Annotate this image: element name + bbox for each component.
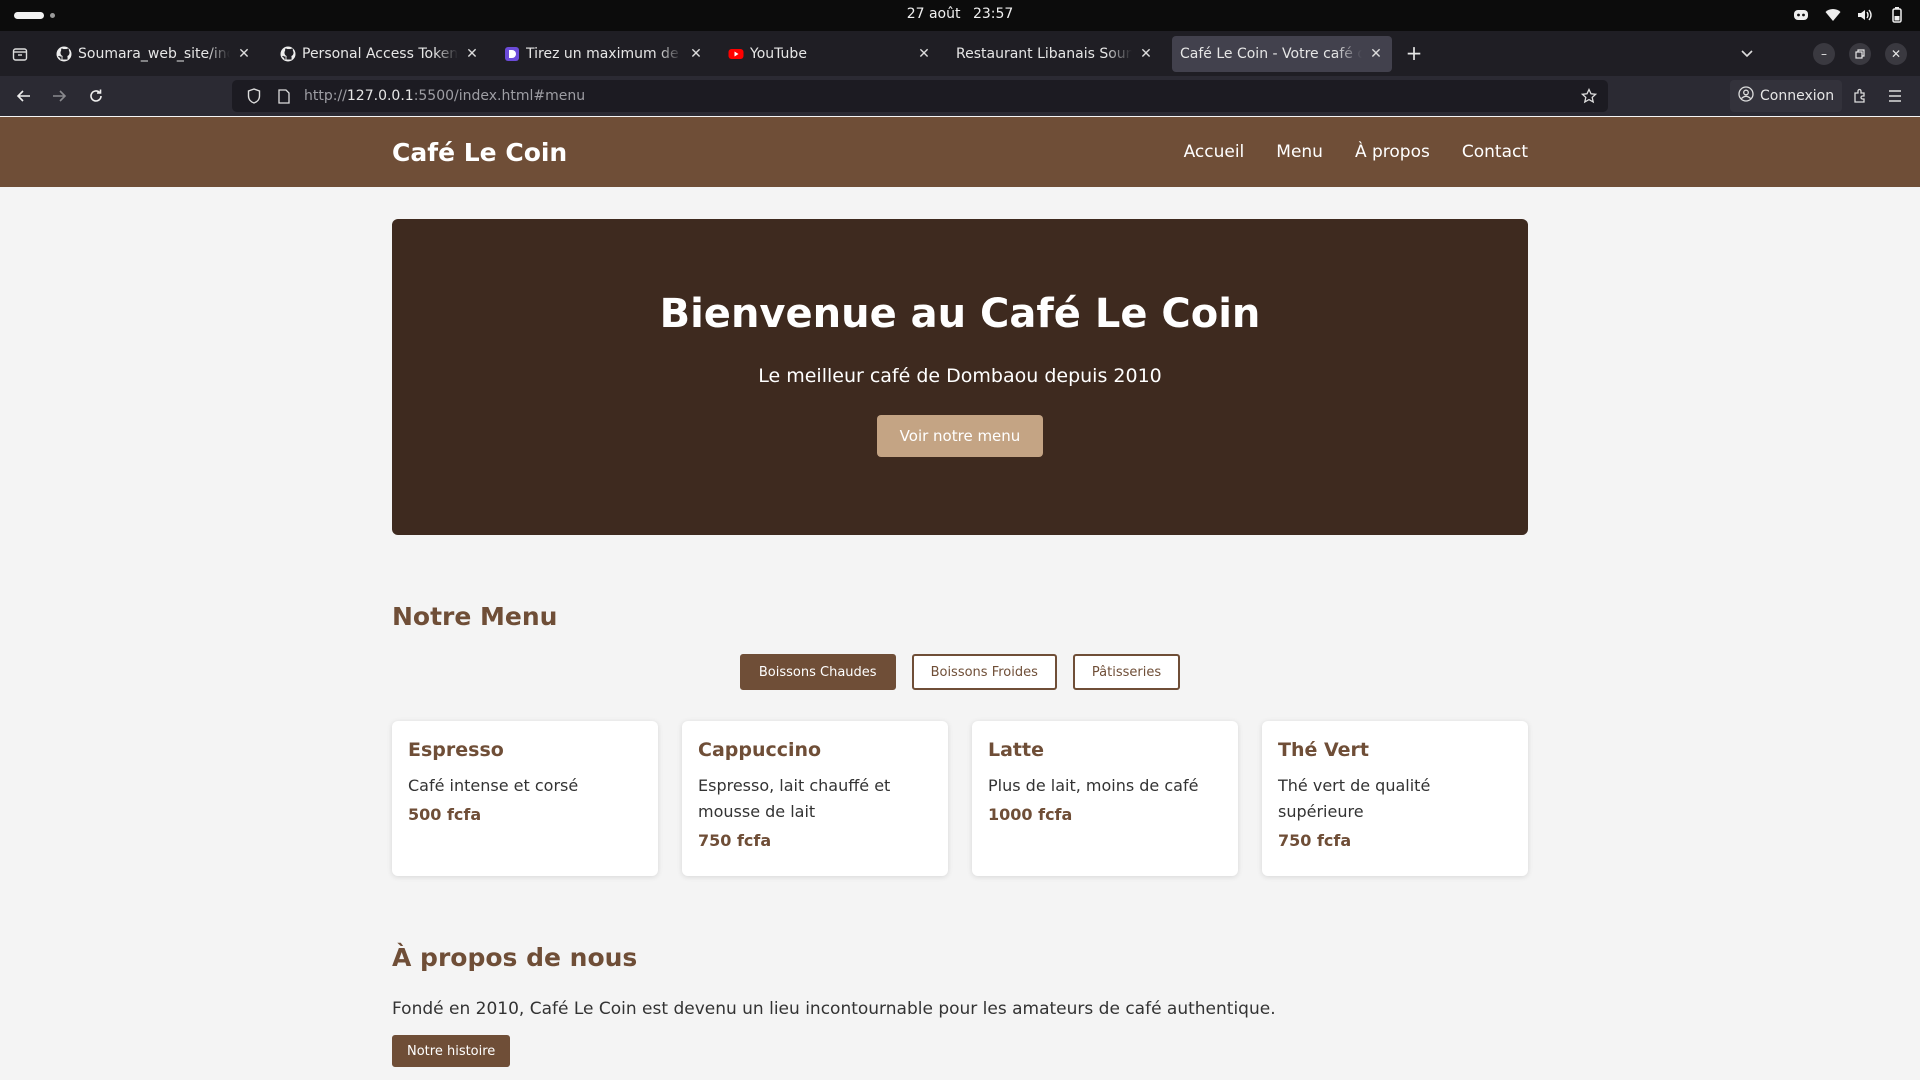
- close-window-button[interactable]: ✕: [1885, 43, 1907, 65]
- close-tab-icon[interactable]: ✕: [688, 46, 704, 62]
- tab-title: Soumara_web_site/index: [78, 46, 230, 62]
- nav-link-menu[interactable]: Menu: [1276, 142, 1323, 162]
- os-date: 27 août: [906, 6, 961, 22]
- menu-item-card[interactable]: Latte Plus de lait, moins de café 1000 f…: [972, 721, 1238, 876]
- close-tab-icon[interactable]: ✕: [916, 46, 932, 62]
- close-tab-icon[interactable]: ✕: [1138, 46, 1154, 62]
- github-icon: [56, 46, 72, 62]
- menu-hamburger-icon[interactable]: [1883, 84, 1907, 108]
- filter-boissons-froides[interactable]: Boissons Froides: [911, 654, 1057, 690]
- tab-title: Restaurant Libanais Soumara: [956, 46, 1132, 62]
- menu-item-name: Cappuccino: [698, 739, 822, 761]
- tab-title: Café Le Coin - Votre café de c: [1180, 46, 1362, 62]
- hero-banner: Bienvenue au Café Le Coin Le meilleur ca…: [392, 219, 1528, 535]
- menu-item-price: 1000 fcfa: [988, 805, 1073, 824]
- filter-boissons-chaudes[interactable]: Boissons Chaudes: [739, 654, 896, 690]
- nav-link-accueil[interactable]: Accueil: [1184, 142, 1245, 162]
- wifi-icon[interactable]: [1824, 6, 1842, 24]
- url-path: :5500/index.html#menu: [413, 88, 586, 104]
- system-tray[interactable]: [1792, 6, 1906, 24]
- os-time: 23:57: [972, 6, 1014, 22]
- site-logo[interactable]: Café Le Coin: [392, 138, 567, 167]
- tab-title: YouTube: [750, 46, 807, 62]
- menu-item-name: Thé Vert: [1278, 739, 1369, 761]
- tab-title: Personal Access Tokens (C: [302, 46, 458, 62]
- nav-link-contact[interactable]: Contact: [1462, 142, 1528, 162]
- page-info-icon[interactable]: [276, 88, 292, 104]
- signin-button[interactable]: Connexion: [1730, 80, 1843, 112]
- menu-item-card[interactable]: Thé Vert Thé vert de qualité supérieure …: [1262, 721, 1528, 876]
- menu-item-description: Espresso, lait chauffé et mousse de lait: [698, 776, 891, 821]
- tab-personal-access-tokens[interactable]: Personal Access Tokens (C ✕: [272, 36, 488, 72]
- tab-tirez-un-maximum[interactable]: Tirez un maximum de ce c ✕: [496, 36, 712, 72]
- tab-cafe-le-coin[interactable]: Café Le Coin - Votre café de c ✕: [1172, 36, 1392, 72]
- tab-youtube[interactable]: YouTube ✕: [720, 36, 940, 72]
- tab-restaurant-libanais[interactable]: Restaurant Libanais Soumara ✕: [948, 36, 1162, 72]
- battery-icon[interactable]: [1888, 6, 1906, 24]
- page-viewport: Café Le Coin Accueil Menu À propos Conta…: [0, 117, 1920, 1080]
- extensions-icon[interactable]: [1848, 84, 1872, 108]
- browser-tab-bar: Soumara_web_site/index ✕ Personal Access…: [0, 31, 1920, 76]
- nav-link-a-propos[interactable]: À propos: [1355, 142, 1430, 162]
- github-icon: [280, 46, 296, 62]
- close-tab-icon[interactable]: ✕: [464, 46, 480, 62]
- menu-item-description: Plus de lait, moins de café: [988, 776, 1199, 795]
- firefox-view-icon[interactable]: [8, 42, 32, 66]
- url-prefix: http://: [304, 88, 347, 104]
- menu-section-title: Notre Menu: [392, 602, 558, 631]
- close-tab-icon[interactable]: ✕: [1368, 46, 1384, 62]
- minimize-window-button[interactable]: –: [1813, 43, 1835, 65]
- menu-item-price: 750 fcfa: [698, 831, 772, 850]
- menu-item-name: Latte: [988, 739, 1044, 761]
- menu-item-card[interactable]: Espresso Café intense et corsé 500 fcfa: [392, 721, 658, 876]
- about-section-title: À propos de nous: [392, 943, 638, 972]
- shield-icon[interactable]: [246, 88, 262, 104]
- close-tab-icon[interactable]: ✕: [236, 46, 252, 62]
- reload-icon[interactable]: [84, 84, 108, 108]
- tab-soumara-web-site[interactable]: Soumara_web_site/index ✕: [48, 36, 260, 72]
- url-bar[interactable]: http://127.0.0.1:5500/index.html#menu: [232, 80, 1608, 112]
- menu-item-name: Espresso: [408, 739, 504, 761]
- view-menu-button[interactable]: Voir notre menu: [876, 415, 1044, 457]
- about-text: Fondé en 2010, Café Le Coin est devenu u…: [392, 999, 1276, 1019]
- signin-label: Connexion: [1760, 88, 1835, 104]
- site-header: Café Le Coin Accueil Menu À propos Conta…: [0, 117, 1920, 187]
- browser-navigation-bar: http://127.0.0.1:5500/index.html#menu Co…: [0, 76, 1920, 116]
- menu-cards: Espresso Café intense et corsé 500 fcfa …: [392, 721, 1528, 876]
- url-text[interactable]: http://127.0.0.1:5500/index.html#menu: [304, 88, 585, 104]
- menu-item-description: Thé vert de qualité supérieure: [1278, 776, 1431, 821]
- hero-title: Bienvenue au Café Le Coin: [659, 291, 1261, 337]
- account-icon: [1738, 86, 1754, 106]
- volume-icon[interactable]: [1856, 6, 1874, 24]
- menu-item-card[interactable]: Cappuccino Espresso, lait chauffé et mou…: [682, 721, 948, 876]
- restore-window-button[interactable]: [1849, 43, 1871, 65]
- forward-arrow-icon[interactable]: [47, 84, 71, 108]
- menu-item-price: 750 fcfa: [1278, 831, 1352, 850]
- youtube-icon: [728, 46, 744, 62]
- os-top-bar: 27 août 23:57: [0, 0, 1920, 31]
- menu-item-price: 500 fcfa: [408, 805, 482, 824]
- discord-icon[interactable]: [1792, 6, 1810, 24]
- menu-item-description: Café intense et corsé: [408, 776, 579, 795]
- os-clock[interactable]: 27 août 23:57: [0, 6, 1920, 22]
- menu-filters: Boissons Chaudes Boissons Froides Pâtiss…: [0, 654, 1920, 690]
- hero-subtitle: Le meilleur café de Dombaou depuis 2010: [758, 365, 1162, 387]
- url-host: 127.0.0.1: [346, 88, 414, 104]
- tab-title: Tirez un maximum de ce c: [526, 46, 682, 62]
- site-nav: Accueil Menu À propos Contact: [1184, 142, 1528, 162]
- list-all-tabs-icon[interactable]: [1736, 43, 1758, 65]
- filter-patisseries[interactable]: Pâtisseries: [1072, 654, 1181, 690]
- our-story-button[interactable]: Notre histoire: [392, 1035, 511, 1067]
- bookmark-star-icon[interactable]: [1580, 87, 1598, 105]
- page-icon: [504, 46, 520, 62]
- back-arrow-icon[interactable]: [12, 84, 36, 108]
- new-tab-button[interactable]: +: [1403, 43, 1425, 65]
